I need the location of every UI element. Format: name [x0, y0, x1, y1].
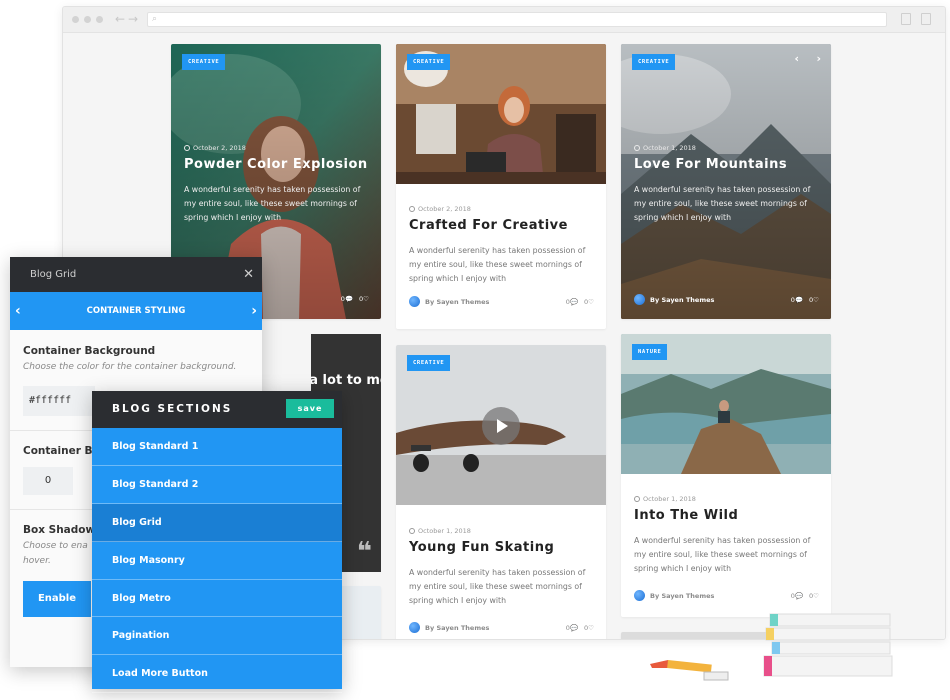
category-badge[interactable]: CREATIVE: [182, 54, 226, 70]
blog-sections-menu: BLOG SECTIONS save Blog Standard 1 Blog S…: [92, 391, 342, 694]
clock-icon: [184, 145, 190, 151]
enable-button[interactable]: Enable: [23, 581, 91, 617]
clock-icon: [409, 528, 415, 534]
category-badge[interactable]: CREATIVE: [407, 54, 451, 70]
window-close-dot[interactable]: [72, 16, 79, 23]
blog-card-mountains[interactable]: CREATIVE ‹ › October 1, 2018 Love For Mo…: [621, 44, 831, 319]
blog-sections-title: BLOG SECTIONS: [112, 403, 233, 415]
settings-title: Blog Grid: [30, 269, 77, 280]
post-date: October 1, 2018: [634, 495, 819, 503]
author-logo-icon: [634, 590, 645, 601]
share-icon[interactable]: [901, 13, 911, 25]
border-number-input[interactable]: 0: [23, 467, 73, 495]
author-logo-icon: [409, 296, 420, 307]
menu-item[interactable]: Pagination: [92, 617, 342, 656]
post-excerpt: A wonderful serenity has taken possessio…: [184, 185, 361, 222]
field-label: Container Background: [23, 345, 156, 357]
post-excerpt: A wonderful serenity has taken possessio…: [409, 246, 586, 283]
post-author[interactable]: By Sayen Themes: [634, 294, 714, 305]
post-excerpt: A wonderful serenity has taken possessio…: [634, 185, 811, 222]
post-date: October 2, 2018: [184, 144, 369, 152]
menu-item[interactable]: Blog Standard 2: [92, 466, 342, 504]
menu-item[interactable]: Blog Masonry: [92, 542, 342, 580]
tabs-icon[interactable]: [921, 13, 931, 25]
post-date: October 1, 2018: [634, 144, 819, 152]
menu-item[interactable]: Blog Standard 1: [92, 428, 342, 466]
clock-icon: [634, 145, 640, 151]
section-navigator: ‹ CONTAINER STYLING ›: [10, 292, 262, 330]
window-maximize-dot[interactable]: [96, 16, 103, 23]
menu-item[interactable]: Blog Metro: [92, 580, 342, 618]
window-minimize-dot[interactable]: [84, 16, 91, 23]
author-logo-icon: [409, 622, 420, 633]
post-excerpt: A wonderful serenity has taken possessio…: [409, 568, 586, 605]
clock-icon: [409, 206, 415, 212]
chevron-left-icon[interactable]: ‹: [15, 292, 21, 330]
address-bar[interactable]: ⌕: [147, 12, 887, 27]
settings-header: Blog Grid ✕: [10, 257, 262, 292]
section-title: CONTAINER STYLING: [86, 306, 186, 316]
category-badge[interactable]: CREATIVE: [632, 54, 676, 70]
forward-arrow-icon[interactable]: →: [128, 12, 138, 26]
comment-count[interactable]: 0💬: [566, 298, 578, 306]
chevron-right-icon[interactable]: ›: [251, 292, 257, 330]
like-count[interactable]: 0♡: [584, 624, 594, 632]
category-badge[interactable]: NATURE: [632, 344, 668, 360]
post-author[interactable]: By Sayen Themes: [409, 622, 489, 633]
post-date: October 2, 2018: [409, 205, 594, 213]
play-video-icon[interactable]: [482, 407, 520, 445]
author-logo-icon: [634, 294, 645, 305]
like-count[interactable]: 0♡: [584, 298, 594, 306]
post-author[interactable]: By Sayen Themes: [634, 590, 714, 601]
post-title[interactable]: Crafted For Creative: [409, 218, 594, 233]
post-title[interactable]: Powder Color Explosion: [184, 157, 369, 172]
post-title[interactable]: Love For Mountains: [634, 157, 819, 172]
comment-count[interactable]: 0💬: [566, 624, 578, 632]
post-meta: 0💬 0♡: [341, 295, 369, 303]
post-title[interactable]: Into The Wild: [634, 508, 819, 523]
post-meta: By Sayen Themes 0💬 0♡: [409, 296, 594, 307]
browser-toolbar: ← → ⌕: [63, 7, 945, 33]
quote-icon: ❝: [356, 537, 372, 567]
like-count[interactable]: 0♡: [809, 592, 819, 600]
blog-card-skating[interactable]: CREATIVE October 1, 2018 Young Fun Skati…: [396, 345, 606, 639]
category-badge[interactable]: CREATIVE: [407, 355, 451, 371]
blog-sections-header: BLOG SECTIONS save: [92, 391, 342, 428]
blog-card-crafted[interactable]: CREATIVE October 2, 2018 Crafted For Cre…: [396, 44, 606, 329]
comment-count[interactable]: 0💬: [791, 592, 803, 600]
menu-item[interactable]: Blog Grid: [92, 503, 342, 542]
post-meta: By Sayen Themes 0💬 0♡: [634, 590, 819, 601]
clock-icon: [634, 496, 640, 502]
comment-count[interactable]: 0💬: [791, 296, 803, 304]
color-input[interactable]: #ffffff: [23, 386, 95, 416]
post-date: October 1, 2018: [409, 527, 594, 535]
carousel-prev-icon[interactable]: ‹: [794, 52, 799, 65]
like-count[interactable]: 0♡: [359, 295, 369, 303]
blog-card-wild[interactable]: NATURE October 1, 2018 Into The Wild A w…: [621, 334, 831, 617]
post-meta: By Sayen Themes 0💬 0♡: [409, 622, 594, 633]
pencil-illustration: [650, 660, 729, 681]
like-count[interactable]: 0♡: [809, 296, 819, 304]
field-description: Choose the color for the container backg…: [23, 362, 237, 372]
back-arrow-icon[interactable]: ←: [115, 12, 125, 26]
post-title[interactable]: Young Fun Skating: [409, 540, 594, 555]
save-button[interactable]: save: [286, 399, 334, 418]
menu-item[interactable]: Load More Button: [92, 655, 342, 694]
book-stack-illustration: [763, 613, 893, 677]
post-meta: By Sayen Themes 0💬 0♡: [634, 294, 819, 305]
carousel-next-icon[interactable]: ›: [816, 52, 821, 65]
comment-count[interactable]: 0💬: [341, 295, 353, 303]
post-excerpt: A wonderful serenity has taken possessio…: [634, 536, 811, 573]
post-author[interactable]: By Sayen Themes: [409, 296, 489, 307]
search-icon: ⌕: [152, 14, 158, 24]
close-icon[interactable]: ✕: [243, 257, 254, 292]
